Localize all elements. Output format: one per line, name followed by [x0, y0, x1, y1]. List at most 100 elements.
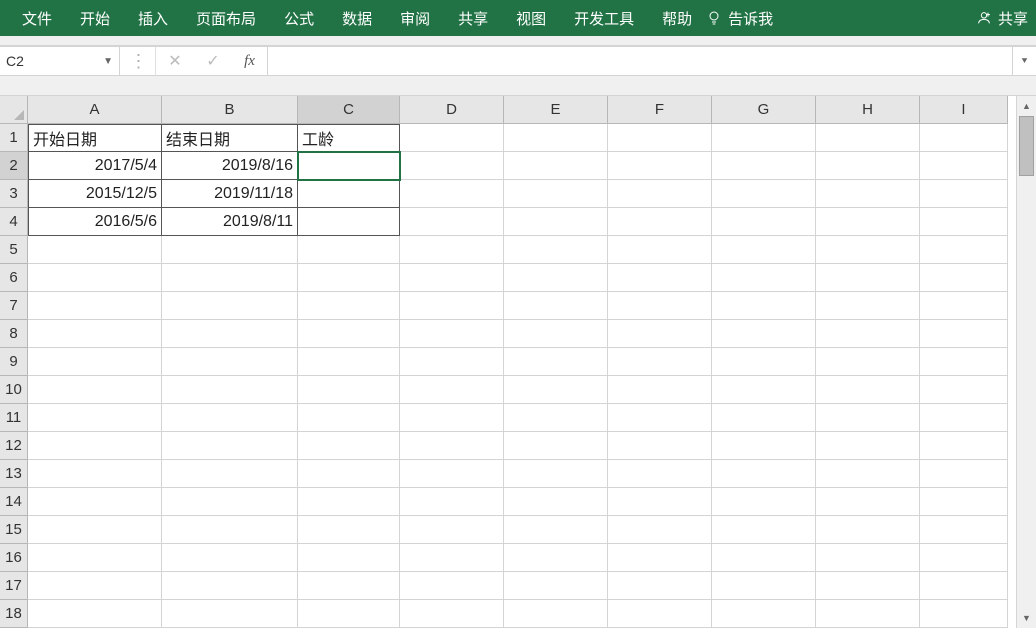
cell-G1[interactable] [712, 124, 816, 152]
cell-A9[interactable] [28, 348, 162, 376]
row-header-12[interactable]: 12 [0, 432, 28, 460]
cell-D9[interactable] [400, 348, 504, 376]
cell-H3[interactable] [816, 180, 920, 208]
cell-C17[interactable] [298, 572, 400, 600]
cell-G3[interactable] [712, 180, 816, 208]
cell-A7[interactable] [28, 292, 162, 320]
cell-D6[interactable] [400, 264, 504, 292]
vertical-scrollbar[interactable]: ▲ ▼ [1016, 96, 1036, 628]
row-header-8[interactable]: 8 [0, 320, 28, 348]
cell-H10[interactable] [816, 376, 920, 404]
cell-E18[interactable] [504, 600, 608, 628]
cell-F5[interactable] [608, 236, 712, 264]
cell-B4[interactable]: 2019/8/11 [162, 208, 298, 236]
cell-D7[interactable] [400, 292, 504, 320]
cell-E8[interactable] [504, 320, 608, 348]
row-header-18[interactable]: 18 [0, 600, 28, 628]
cell-F1[interactable] [608, 124, 712, 152]
cell-F18[interactable] [608, 600, 712, 628]
cell-H5[interactable] [816, 236, 920, 264]
cell-F12[interactable] [608, 432, 712, 460]
col-header-H[interactable]: H [816, 96, 920, 124]
cell-D18[interactable] [400, 600, 504, 628]
cell-F16[interactable] [608, 544, 712, 572]
cell-B16[interactable] [162, 544, 298, 572]
cell-I15[interactable] [920, 516, 1008, 544]
col-header-A[interactable]: A [28, 96, 162, 124]
row-header-15[interactable]: 15 [0, 516, 28, 544]
ribbon-tab-devtools[interactable]: 开发工具 [560, 0, 648, 36]
cell-F8[interactable] [608, 320, 712, 348]
ribbon-tab-review[interactable]: 审阅 [386, 0, 444, 36]
ribbon-tab-insert[interactable]: 插入 [124, 0, 182, 36]
cell-A14[interactable] [28, 488, 162, 516]
cell-I5[interactable] [920, 236, 1008, 264]
col-header-C[interactable]: C [298, 96, 400, 124]
cell-I11[interactable] [920, 404, 1008, 432]
cell-B10[interactable] [162, 376, 298, 404]
cell-H4[interactable] [816, 208, 920, 236]
cell-E4[interactable] [504, 208, 608, 236]
col-header-G[interactable]: G [712, 96, 816, 124]
cell-F2[interactable] [608, 152, 712, 180]
scroll-down-arrow[interactable]: ▼ [1017, 608, 1036, 628]
cell-F14[interactable] [608, 488, 712, 516]
cancel-formula-button[interactable]: ✕ [156, 47, 194, 75]
row-header-13[interactable]: 13 [0, 460, 28, 488]
cell-A15[interactable] [28, 516, 162, 544]
tell-me-group[interactable]: 告诉我 [706, 8, 773, 29]
cell-B18[interactable] [162, 600, 298, 628]
cell-A6[interactable] [28, 264, 162, 292]
cell-I8[interactable] [920, 320, 1008, 348]
cell-D13[interactable] [400, 460, 504, 488]
cell-A13[interactable] [28, 460, 162, 488]
cell-B1[interactable]: 结束日期 [162, 124, 298, 152]
cell-G18[interactable] [712, 600, 816, 628]
cell-A17[interactable] [28, 572, 162, 600]
row-header-6[interactable]: 6 [0, 264, 28, 292]
cell-A12[interactable] [28, 432, 162, 460]
cell-B15[interactable] [162, 516, 298, 544]
row-header-17[interactable]: 17 [0, 572, 28, 600]
cell-B17[interactable] [162, 572, 298, 600]
col-header-E[interactable]: E [504, 96, 608, 124]
cell-B6[interactable] [162, 264, 298, 292]
cell-G7[interactable] [712, 292, 816, 320]
cell-I7[interactable] [920, 292, 1008, 320]
row-header-7[interactable]: 7 [0, 292, 28, 320]
col-header-F[interactable]: F [608, 96, 712, 124]
cell-G2[interactable] [712, 152, 816, 180]
cell-A16[interactable] [28, 544, 162, 572]
ribbon-tab-help[interactable]: 帮助 [648, 0, 706, 36]
cell-F17[interactable] [608, 572, 712, 600]
cell-H9[interactable] [816, 348, 920, 376]
cell-H15[interactable] [816, 516, 920, 544]
ribbon-tab-pagelayout[interactable]: 页面布局 [182, 0, 270, 36]
cell-H16[interactable] [816, 544, 920, 572]
cell-F4[interactable] [608, 208, 712, 236]
cell-C10[interactable] [298, 376, 400, 404]
name-box-dropdown-icon[interactable]: ▼ [103, 56, 113, 67]
cell-F9[interactable] [608, 348, 712, 376]
col-header-D[interactable]: D [400, 96, 504, 124]
cell-E1[interactable] [504, 124, 608, 152]
row-header-11[interactable]: 11 [0, 404, 28, 432]
col-header-I[interactable]: I [920, 96, 1008, 124]
cell-G15[interactable] [712, 516, 816, 544]
cell-C3[interactable] [298, 180, 400, 208]
cell-B3[interactable]: 2019/11/18 [162, 180, 298, 208]
cell-I2[interactable] [920, 152, 1008, 180]
cell-B11[interactable] [162, 404, 298, 432]
cell-G14[interactable] [712, 488, 816, 516]
row-header-9[interactable]: 9 [0, 348, 28, 376]
cell-A18[interactable] [28, 600, 162, 628]
cell-I1[interactable] [920, 124, 1008, 152]
cell-E7[interactable] [504, 292, 608, 320]
cell-E13[interactable] [504, 460, 608, 488]
formula-bar-expand[interactable]: ⯆ [1012, 47, 1036, 75]
cell-G10[interactable] [712, 376, 816, 404]
cell-F6[interactable] [608, 264, 712, 292]
row-header-16[interactable]: 16 [0, 544, 28, 572]
cell-H18[interactable] [816, 600, 920, 628]
cell-E14[interactable] [504, 488, 608, 516]
